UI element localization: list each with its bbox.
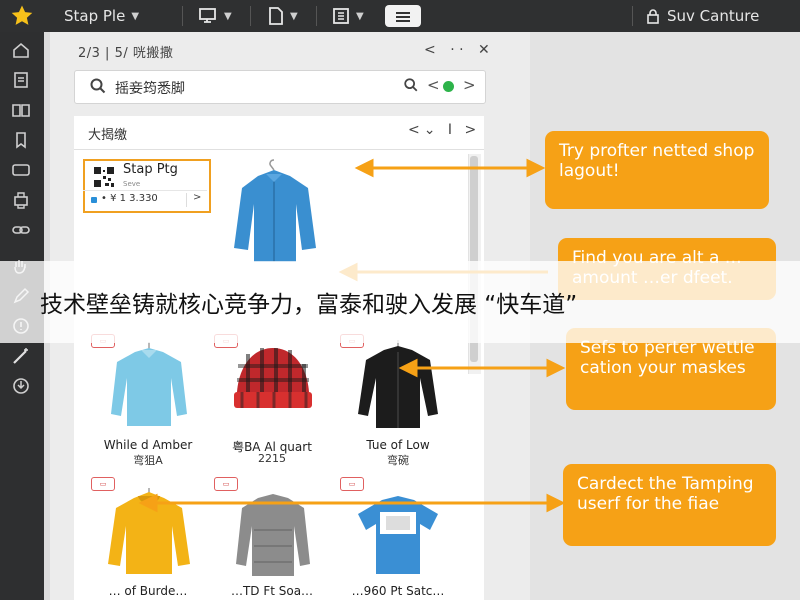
arrow-head [398,358,418,378]
arrow-head [546,493,566,513]
arrow-head [546,358,566,378]
arrow-head [354,158,374,178]
arrow-head [526,158,546,178]
arrow-head [138,493,158,513]
headline-text: 技术壁垒铸就核心竞争力，富泰和驶入发展 “快车道” [40,292,578,318]
